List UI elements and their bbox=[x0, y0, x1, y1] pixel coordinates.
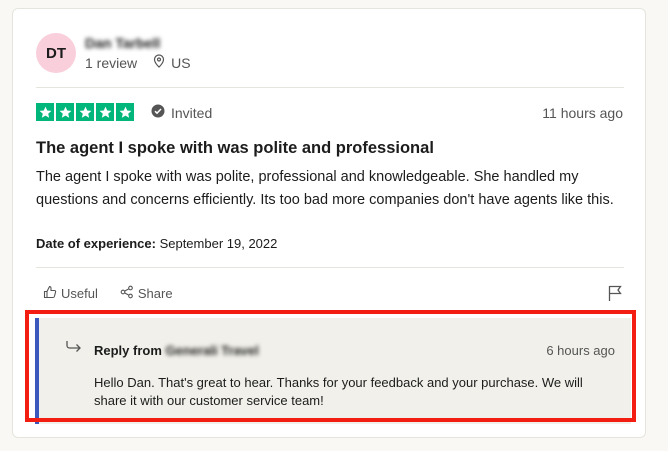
useful-button[interactable]: Useful bbox=[43, 285, 98, 302]
report-flag-button[interactable] bbox=[607, 285, 623, 307]
thumbs-up-icon bbox=[43, 285, 57, 302]
review-count-label: 1 review bbox=[85, 54, 138, 71]
review-title[interactable]: The agent I spoke with was polite and pr… bbox=[36, 139, 434, 158]
star-icon bbox=[56, 103, 74, 121]
reviewer-meta: 1 review US bbox=[85, 54, 191, 71]
reviewer-country: US bbox=[171, 54, 191, 71]
star-icon bbox=[36, 103, 54, 121]
invited-label: Invited bbox=[171, 104, 213, 121]
star-icon bbox=[116, 103, 134, 121]
star-icon bbox=[96, 103, 114, 121]
location-pin-icon bbox=[153, 54, 165, 71]
date-of-experience: Date of experience: September 19, 2022 bbox=[36, 236, 277, 251]
useful-label: Useful bbox=[61, 286, 98, 301]
divider bbox=[36, 267, 624, 268]
avatar[interactable]: DT bbox=[36, 33, 76, 73]
reply-highlight-box bbox=[25, 310, 636, 422]
star-icon bbox=[76, 103, 94, 121]
flag-icon bbox=[607, 285, 623, 306]
divider bbox=[36, 87, 624, 88]
share-button[interactable]: Share bbox=[120, 285, 173, 302]
share-label: Share bbox=[137, 286, 173, 301]
date-of-experience-label: Date of experience: bbox=[36, 236, 156, 251]
check-circle-icon bbox=[151, 104, 165, 121]
reviewer-location: US bbox=[153, 54, 191, 71]
date-of-experience-value: September 19, 2022 bbox=[159, 236, 278, 251]
avatar-initials: DT bbox=[46, 44, 66, 62]
invited-badge[interactable]: Invited bbox=[151, 104, 212, 121]
reviewer-name[interactable]: Dan Tarbell bbox=[85, 36, 160, 50]
review-actions: Useful Share bbox=[43, 285, 173, 302]
review-time: 11 hours ago bbox=[542, 105, 623, 121]
share-icon bbox=[120, 285, 134, 302]
review-count: 1 review bbox=[85, 55, 137, 71]
star-rating bbox=[36, 103, 134, 121]
review-body: The agent I spoke with was polite, profe… bbox=[36, 169, 614, 208]
